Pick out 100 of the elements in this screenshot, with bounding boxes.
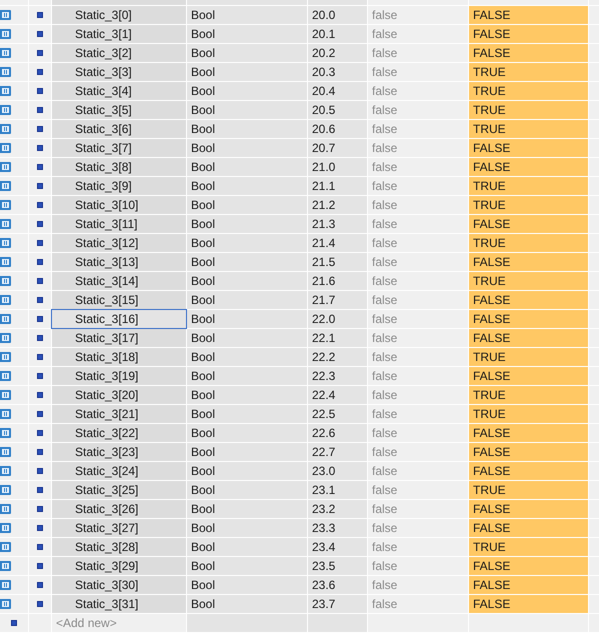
data-type-cell: Bool [187,63,307,81]
start-value-cell: false [368,215,468,233]
bullet-icon [11,620,17,626]
name-cell[interactable]: Static_3[5] [52,101,186,119]
monitor-value-cell: TRUE [469,120,588,138]
start-value-cell: false [368,291,468,309]
offset-cell: 22.7 [308,443,367,461]
bullet-icon [37,278,43,284]
name-cell[interactable]: Static_3[2] [52,44,186,62]
data-type-cell: Bool [187,120,307,138]
name-cell[interactable]: Static_3[30] [52,576,186,594]
offset-cell: 22.3 [308,367,367,385]
name-cell[interactable]: Static_3[22] [52,424,186,442]
offset-cell: 23.1 [308,481,367,499]
name-cell[interactable]: Static_3[9] [52,177,186,195]
offset-cell: 21.6 [308,272,367,290]
bullet-icon [37,12,43,18]
name-cell[interactable]: Static_3[31] [52,595,186,613]
start-value-cell: false [368,386,468,404]
bullet-icon [37,297,43,303]
offset-cell: 23.0 [308,462,367,480]
start-value-cell: false [368,253,468,271]
name-cell[interactable]: Static_3[3] [52,63,186,81]
bullet-icon [37,468,43,474]
start-value-cell: false [368,44,468,62]
add-new-field[interactable]: <Add new> [52,614,186,632]
monitor-value-cell: TRUE [469,538,588,556]
start-value-cell: false [368,101,468,119]
start-value-cell: false [368,196,468,214]
start-value-cell: false [368,348,468,366]
monitor-value-cell: FALSE [469,329,588,347]
bullet-icon [37,221,43,227]
bullet-icon [37,259,43,265]
monitor-value-cell: FALSE [469,595,588,613]
offset-cell: 20.5 [308,101,367,119]
name-cell[interactable]: Static_3[4] [52,82,186,100]
monitor-value-cell: TRUE [469,386,588,404]
name-cell[interactable]: Static_3[13] [52,253,186,271]
name-cell[interactable]: Static_3[25] [52,481,186,499]
start-value-cell: false [368,6,468,24]
bullet-icon [37,354,43,360]
name-cell[interactable]: Static_3[14] [52,272,186,290]
offset-cell: 21.0 [308,158,367,176]
monitor-value-cell: TRUE [469,272,588,290]
offset-cell: 23.2 [308,500,367,518]
data-type-cell: Bool [187,538,307,556]
bullet-icon [37,411,43,417]
name-cell[interactable]: Static_3[15] [52,291,186,309]
offset-cell: 22.4 [308,386,367,404]
name-cell[interactable]: Static_3[11] [52,215,186,233]
name-cell[interactable]: Static_3[26] [52,500,186,518]
name-cell[interactable]: Static_3[19] [52,367,186,385]
offset-cell: 23.3 [308,519,367,537]
monitor-value-cell: TRUE [469,82,588,100]
bullet-icon [37,601,43,607]
name-cell[interactable]: Static_3[18] [52,348,186,366]
name-cell[interactable]: Static_3[6] [52,120,186,138]
name-cell[interactable]: Static_3[10] [52,196,186,214]
name-cell[interactable]: Static_3[0] [52,6,186,24]
bullet-icon [37,373,43,379]
name-cell[interactable]: Static_3[28] [52,538,186,556]
start-value-cell: false [368,424,468,442]
monitor-value-cell: FALSE [469,443,588,461]
offset-cell: 21.2 [308,196,367,214]
start-value-cell: false [368,538,468,556]
data-type-cell: Bool [187,101,307,119]
data-type-cell: Bool [187,443,307,461]
name-cell[interactable]: Static_3[21] [52,405,186,423]
data-type-cell: Bool [187,272,307,290]
monitor-value-cell: FALSE [469,215,588,233]
monitor-value-cell: FALSE [469,519,588,537]
name-cell[interactable]: Static_3[24] [52,462,186,480]
offset-cell: 20.1 [308,25,367,43]
name-cell[interactable]: Static_3[23] [52,443,186,461]
name-cell[interactable]: Static_3[27] [52,519,186,537]
name-cell[interactable]: Static_3[17] [52,329,186,347]
name-cell[interactable]: Static_3[8] [52,158,186,176]
data-type-cell: Bool [187,557,307,575]
start-value-cell: false [368,310,468,328]
name-cell[interactable]: Static_3[7] [52,139,186,157]
data-type-cell: Bool [187,481,307,499]
offset-cell: 23.6 [308,576,367,594]
name-cell[interactable]: Static_3[1] [52,25,186,43]
name-cell[interactable]: Static_3[12] [52,234,186,252]
name-cell[interactable]: Static_3[16] [52,310,186,328]
monitor-value-cell: TRUE [469,348,588,366]
monitor-value-cell: TRUE [469,177,588,195]
monitor-value-cell: FALSE [469,139,588,157]
offset-cell: 20.2 [308,44,367,62]
name-cell[interactable]: Static_3[29] [52,557,186,575]
start-value-cell: false [368,367,468,385]
start-value-cell: false [368,329,468,347]
bullet-icon [37,582,43,588]
bullet-icon [37,525,43,531]
start-value-cell: false [368,63,468,81]
start-value-cell: false [368,272,468,290]
name-cell[interactable]: Static_3[20] [52,386,186,404]
monitor-value-cell: FALSE [469,291,588,309]
start-value-cell: false [368,139,468,157]
data-type-cell: Bool [187,82,307,100]
